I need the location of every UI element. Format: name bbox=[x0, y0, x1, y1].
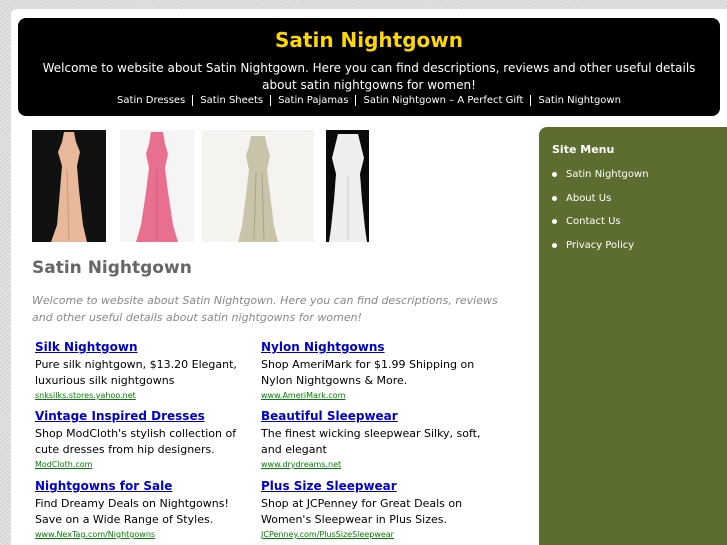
ad-description: Shop AmeriMark for $1.99 Shipping on Nyl… bbox=[261, 358, 475, 387]
ad-description: Shop ModCloth's stylish collection of cu… bbox=[35, 427, 237, 456]
product-image-pink-gown[interactable] bbox=[120, 130, 194, 242]
ad-url-link[interactable]: www.AmeriMark.com bbox=[261, 390, 483, 402]
product-image-peach-gown[interactable] bbox=[32, 130, 106, 242]
intro-text: Welcome to website about Satin Nightgown… bbox=[32, 294, 498, 324]
ad-block: Beautiful Sleepwear The finest wicking s… bbox=[261, 408, 483, 471]
site-tagline: Welcome to website about Satin Nightgown… bbox=[42, 61, 696, 92]
ad-block: Vintage Inspired Dresses Shop ModCloth's… bbox=[35, 408, 257, 471]
sidebar: Site Menu Satin Nightgown About Us Conta… bbox=[539, 127, 727, 545]
sidebar-menu: Satin Nightgown About Us Contact Us Priv… bbox=[552, 163, 649, 257]
sidebar-item-privacy-policy: Privacy Policy bbox=[552, 234, 649, 258]
nav-link-satin-nightgown[interactable]: Satin Nightgown bbox=[530, 95, 628, 106]
ad-description: The finest wicking sleepwear Silky, soft… bbox=[261, 427, 481, 456]
nav-link-satin-sheets[interactable]: Satin Sheets bbox=[192, 95, 271, 106]
bullet-icon bbox=[552, 195, 557, 201]
ad-description: Pure silk nightgown, $13.20 Elegant, lux… bbox=[35, 358, 237, 387]
ad-url-link[interactable]: snksilks.stores.yahoo.net bbox=[35, 390, 257, 402]
product-image-ivory-gown[interactable] bbox=[202, 130, 314, 242]
sidebar-item-contact-us: Contact Us bbox=[552, 210, 649, 234]
nav-link-satin-dresses[interactable]: Satin Dresses bbox=[110, 95, 192, 106]
nav-link-perfect-gift[interactable]: Satin Nightgown – A Perfect Gift bbox=[355, 95, 531, 106]
ad-description: Find Dreamy Deals on Nightgowns! Save on… bbox=[35, 497, 229, 526]
sidebar-link[interactable]: Contact Us bbox=[566, 216, 621, 227]
ad-title-link[interactable]: Nightgowns for Sale bbox=[35, 478, 257, 494]
sidebar-item-about-us: About Us bbox=[552, 187, 649, 211]
ad-url-link[interactable]: JCPenney.com/PlusSizeSleepwear bbox=[261, 529, 483, 541]
ad-block: Plus Size Sleepwear Shop at JCPenney for… bbox=[261, 478, 483, 541]
bullet-icon bbox=[552, 242, 557, 248]
ad-title-link[interactable]: Vintage Inspired Dresses bbox=[35, 408, 257, 424]
ad-title-link[interactable]: Plus Size Sleepwear bbox=[261, 478, 483, 494]
site-title[interactable]: Satin Nightgown bbox=[18, 26, 720, 54]
sidebar-heading: Site Menu bbox=[552, 143, 615, 156]
ad-title-link[interactable]: Beautiful Sleepwear bbox=[261, 408, 483, 424]
ad-url-link[interactable]: ModCloth.com bbox=[35, 459, 257, 471]
ad-url-link[interactable]: www.NexTag.com/Nightgowns bbox=[35, 529, 257, 541]
ad-block: Nylon Nightgowns Shop AmeriMark for $1.9… bbox=[261, 339, 483, 402]
gown-illustration bbox=[136, 132, 178, 242]
ad-title-link[interactable]: Nylon Nightgowns bbox=[261, 339, 483, 355]
page-title: Satin Nightgown bbox=[32, 258, 192, 278]
ad-title-link[interactable]: Silk Nightgown bbox=[35, 339, 257, 355]
ad-description: Shop at JCPenney for Great Deals on Wome… bbox=[261, 497, 463, 526]
sidebar-link[interactable]: Satin Nightgown bbox=[566, 169, 649, 180]
top-navigation: Satin Dresses Satin Sheets Satin Pajamas Sa… bbox=[18, 95, 720, 106]
bullet-icon bbox=[552, 219, 557, 225]
nav-link-satin-pajamas[interactable]: Satin Pajamas bbox=[270, 95, 356, 106]
ad-url-link[interactable]: www.drydreams.net bbox=[261, 459, 483, 471]
gown-illustration bbox=[238, 136, 278, 242]
gown-illustration bbox=[328, 134, 367, 242]
sidebar-item-satin-nightgown: Satin Nightgown bbox=[552, 163, 649, 187]
sidebar-link[interactable]: About Us bbox=[566, 193, 611, 204]
gown-illustration bbox=[51, 132, 87, 242]
bullet-icon bbox=[552, 172, 557, 178]
ad-block: Nightgowns for Sale Find Dreamy Deals on… bbox=[35, 478, 257, 541]
sidebar-link[interactable]: Privacy Policy bbox=[566, 240, 634, 251]
ad-block: Silk Nightgown Pure silk nightgown, $13.… bbox=[35, 339, 257, 402]
site-header: Satin Nightgown Welcome to website about… bbox=[18, 18, 720, 116]
product-image-white-gown[interactable] bbox=[326, 130, 369, 242]
